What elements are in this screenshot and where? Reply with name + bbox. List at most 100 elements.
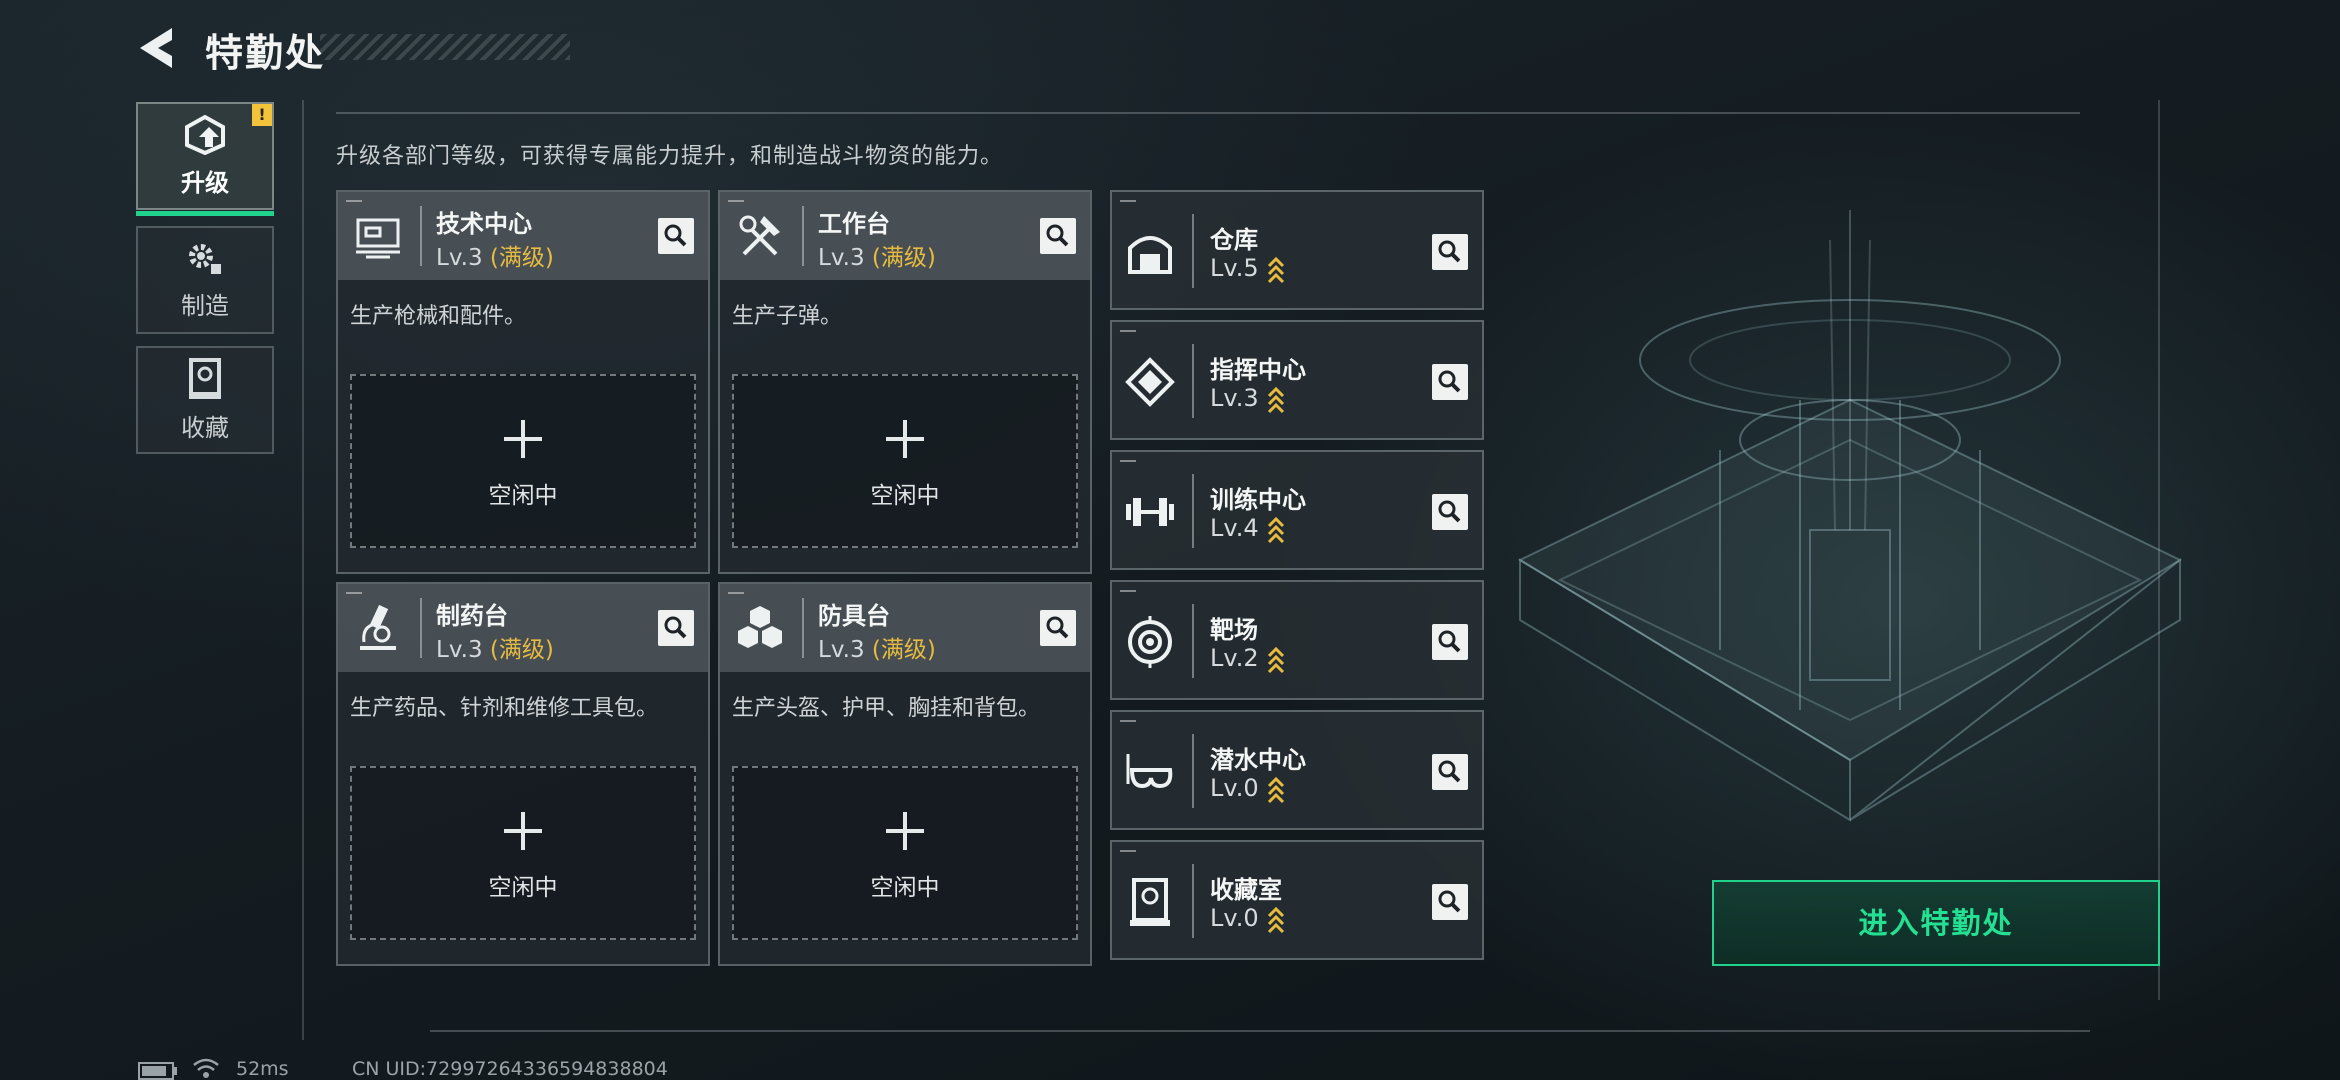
computer-terminal-icon (356, 218, 400, 259)
max-level-tag: (满级) (489, 245, 554, 271)
inspect-button[interactable] (1432, 754, 1468, 790)
level-value: Lv.3 (818, 245, 865, 271)
tab-craft[interactable]: 制造 (136, 226, 274, 334)
production-slot[interactable]: 空闲中 (350, 766, 696, 940)
separator (1192, 474, 1194, 548)
battery-icon (138, 1062, 177, 1080)
facility-name: 防具台 (818, 602, 890, 630)
page-title: 特勤处 (205, 31, 326, 75)
separator (1192, 344, 1194, 418)
level-value: Lv.3 (436, 245, 483, 271)
facility-name: 靶场 (1210, 616, 1258, 644)
facility-level: Lv.3 (满级) (436, 630, 554, 664)
card-header: 防具台 Lv.3 (满级) (720, 584, 1090, 672)
facility-name: 训练中心 (1210, 486, 1306, 514)
production-slot[interactable]: 空闲中 (732, 374, 1078, 548)
upgrade-chevrons-icon (1267, 776, 1284, 804)
corner-mark (346, 592, 362, 594)
facility-card-tech-center: 技术中心 Lv.3 (满级) 生产枪械和配件。 空闲中 (336, 190, 710, 574)
level-value: Lv.0 (1210, 774, 1259, 802)
search-icon (1438, 890, 1461, 913)
inspect-button[interactable] (1040, 610, 1076, 646)
production-slot[interactable]: 空闲中 (350, 374, 696, 548)
plus-icon (504, 420, 542, 458)
card-header: 制药台 Lv.3 (满级) (338, 584, 708, 672)
bottom-divider (430, 1030, 2090, 1032)
corner-mark (1120, 330, 1136, 332)
facility-card-armor-bench: 防具台 Lv.3 (满级) 生产头盔、护甲、胸挂和背包。 空闲中 (718, 582, 1092, 966)
search-icon (1046, 616, 1069, 639)
inspect-button[interactable] (658, 218, 694, 254)
facility-row-training-center[interactable]: 训练中心 Lv.4 (1110, 450, 1484, 570)
facility-name: 收藏室 (1210, 876, 1282, 904)
facility-name: 指挥中心 (1210, 356, 1306, 384)
separator (1192, 864, 1194, 938)
slot-status: 空闲中 (870, 875, 940, 901)
facility-name: 技术中心 (436, 210, 532, 238)
level-value: Lv.2 (1210, 644, 1259, 672)
warehouse-icon (1128, 236, 1172, 274)
facility-level: Lv.0 (1210, 774, 1285, 804)
separator (420, 206, 422, 266)
inspect-button[interactable] (1432, 364, 1468, 400)
facility-name: 仓库 (1210, 226, 1258, 254)
level-value: Lv.5 (1210, 254, 1259, 282)
search-icon (1438, 500, 1461, 523)
inspect-button[interactable] (1432, 624, 1468, 660)
facility-row-diving-center[interactable]: 潜水中心 Lv.0 (1110, 710, 1484, 830)
facility-row-command-center[interactable]: 指挥中心 Lv.3 (1110, 320, 1484, 440)
user-uid: CN UID:72997264336594838804 (352, 1058, 668, 1080)
corner-mark (1120, 200, 1136, 202)
max-level-tag: (满级) (489, 637, 554, 663)
inspect-button[interactable] (1040, 218, 1076, 254)
separator (1192, 604, 1194, 678)
enter-special-ops-button[interactable]: 进入特勤处 (1712, 880, 2160, 966)
facility-level: Lv.0 (1210, 904, 1285, 934)
facility-name: 潜水中心 (1210, 746, 1306, 774)
diving-mask-icon (1126, 754, 1173, 789)
back-button[interactable] (136, 26, 182, 70)
plus-icon (886, 420, 924, 458)
base-building-illustration (1517, 210, 2183, 822)
right-divider (2158, 100, 2160, 1000)
facility-row-warehouse[interactable]: 仓库 Lv.5 (1110, 190, 1484, 310)
tab-upgrade[interactable]: ! 升级 (136, 102, 274, 216)
tab-collection[interactable]: 收藏 (136, 346, 274, 454)
upgrade-chevrons-icon (1267, 386, 1284, 414)
inspect-button[interactable] (658, 610, 694, 646)
level-value: Lv.0 (1210, 904, 1259, 932)
search-icon (1438, 630, 1461, 653)
slot-status: 空闲中 (488, 483, 558, 509)
tab-upgrade-label: 升级 (181, 168, 229, 197)
inspect-button[interactable] (1432, 884, 1468, 920)
corner-mark (1120, 850, 1136, 852)
page-description: 升级各部门等级，可获得专属能力提升，和制造战斗物资的能力。 (336, 144, 1004, 169)
level-value: Lv.4 (1210, 514, 1259, 542)
wifi-icon (193, 1058, 219, 1078)
corner-mark (1120, 460, 1136, 462)
slot-status: 空闲中 (488, 875, 558, 901)
search-icon (1438, 240, 1461, 263)
facility-level: Lv.3 (满级) (818, 238, 936, 272)
display-case-icon (1130, 878, 1170, 926)
corner-mark (1120, 590, 1136, 592)
microscope-icon (360, 604, 396, 650)
facility-card-pharmacy: 制药台 Lv.3 (满级) 生产药品、针剂和维修工具包。 空闲中 (336, 582, 710, 966)
tab-collection-label: 收藏 (181, 413, 229, 442)
facility-level: Lv.3 (满级) (818, 630, 936, 664)
facility-card-workbench: 工作台 Lv.3 (满级) 生产子弹。 空闲中 (718, 190, 1092, 574)
gear-icon (189, 243, 221, 274)
inspect-button[interactable] (1432, 494, 1468, 530)
inspect-button[interactable] (1432, 234, 1468, 270)
production-slot[interactable]: 空闲中 (732, 766, 1078, 940)
facility-level: Lv.4 (1210, 514, 1285, 544)
ping-readout: 52ms (236, 1058, 289, 1080)
facility-level: Lv.3 (1210, 384, 1285, 414)
search-icon (1046, 224, 1069, 247)
facility-description: 生产枪械和配件。 (350, 304, 527, 329)
facility-row-shooting-range[interactable]: 靶场 Lv.2 (1110, 580, 1484, 700)
facility-row-collection-room[interactable]: 收藏室 Lv.0 (1110, 840, 1484, 960)
separator (802, 598, 804, 658)
search-icon (1438, 370, 1461, 393)
facility-level: Lv.2 (1210, 644, 1285, 674)
